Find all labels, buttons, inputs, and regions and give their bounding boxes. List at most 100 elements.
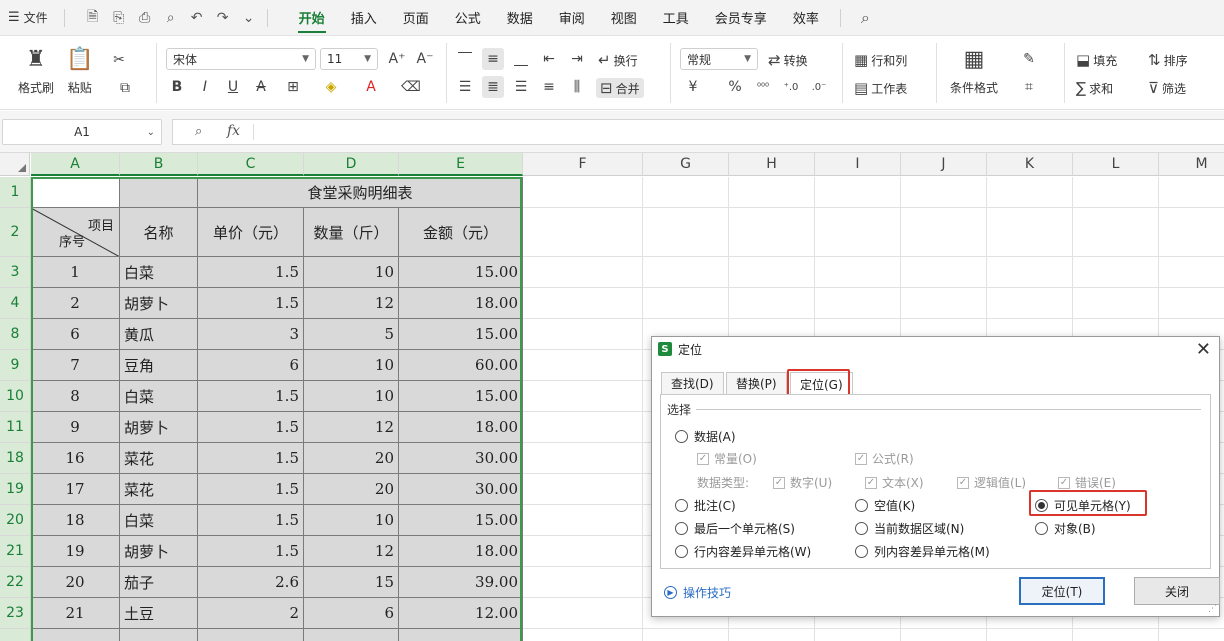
table-cell[interactable]: 16 xyxy=(31,443,120,474)
table-cell[interactable]: 3 xyxy=(198,319,304,350)
table-cell[interactable]: 1 xyxy=(31,257,120,288)
tab-insert[interactable]: 插入 xyxy=(338,0,390,36)
file-menu[interactable]: ☰ 文件 xyxy=(0,0,56,36)
option-col-diff[interactable]: 列内容差异单元格(M) xyxy=(855,543,990,560)
table-cell[interactable]: 19 xyxy=(31,536,120,567)
table-cell[interactable]: 6 xyxy=(304,598,399,629)
percent-icon[interactable]: % xyxy=(724,76,746,98)
column-header[interactable]: G xyxy=(643,153,729,176)
table-cell[interactable]: 39.00 xyxy=(399,567,523,598)
option-visible-cells[interactable]: 可见单元格(Y) xyxy=(1035,497,1131,514)
table-cell[interactable]: 1.5 xyxy=(198,412,304,443)
table-cell[interactable]: 菜花 xyxy=(120,443,198,474)
grid-cell[interactable] xyxy=(987,288,1073,319)
row-header[interactable]: 3 xyxy=(0,257,31,288)
merge-button[interactable]: ⊟ 合并 xyxy=(596,78,644,98)
row-header[interactable]: 9 xyxy=(0,350,31,381)
table-header-cell[interactable]: 金额（元） xyxy=(399,208,523,257)
table-cell[interactable] xyxy=(31,629,120,641)
grid-cell[interactable] xyxy=(643,257,729,288)
tab-home[interactable]: 开始 xyxy=(286,0,338,36)
cell-style-icon[interactable]: ✎ xyxy=(1018,48,1040,70)
row-header[interactable]: 8 xyxy=(0,319,31,350)
grid-cell[interactable] xyxy=(815,629,901,641)
grid-cell[interactable] xyxy=(643,629,729,641)
column-header[interactable]: K xyxy=(987,153,1073,176)
row-header[interactable]: 21 xyxy=(0,536,31,567)
table-cell[interactable]: 12 xyxy=(304,536,399,567)
cell-a1[interactable] xyxy=(31,177,120,208)
increase-indent-icon[interactable]: ⇥ xyxy=(566,48,588,70)
currency-icon[interactable]: ¥ xyxy=(682,76,704,98)
table-cell[interactable]: 18.00 xyxy=(399,536,523,567)
table-cell[interactable]: 2 xyxy=(198,598,304,629)
table-cell[interactable]: 12 xyxy=(304,288,399,319)
tab-efficiency[interactable]: 效率 xyxy=(780,0,832,36)
table-cell[interactable]: 20 xyxy=(304,443,399,474)
table-cell[interactable]: 18.00 xyxy=(399,412,523,443)
name-box[interactable]: A1 ⌄ xyxy=(2,119,162,145)
tab-member[interactable]: 会员专享 xyxy=(702,0,780,36)
grid-cell[interactable] xyxy=(1159,257,1224,288)
paste-button[interactable]: 📋 粘贴 xyxy=(66,47,93,96)
grid-cell[interactable] xyxy=(643,177,729,208)
tab-data[interactable]: 数据 xyxy=(494,0,546,36)
row-header[interactable]: 2 xyxy=(0,208,31,257)
goto-ok-button[interactable]: 定位(T) xyxy=(1019,577,1105,605)
table-cell[interactable]: 18.00 xyxy=(399,288,523,319)
tab-formula[interactable]: 公式 xyxy=(442,0,494,36)
table-cell[interactable]: 10 xyxy=(304,381,399,412)
table-cell[interactable]: 6 xyxy=(198,350,304,381)
diagonal-header-cell[interactable]: 项目 序号 xyxy=(31,208,120,257)
grid-cell[interactable] xyxy=(1073,288,1159,319)
filter-button[interactable]: ⊽ 筛选 xyxy=(1148,79,1186,97)
column-header[interactable]: I xyxy=(815,153,901,176)
grid-cell[interactable] xyxy=(901,288,987,319)
table-cell[interactable]: 15.00 xyxy=(399,319,523,350)
table-cell[interactable]: 黄瓜 xyxy=(120,319,198,350)
table-cell[interactable]: 15.00 xyxy=(399,381,523,412)
decrease-decimal-icon[interactable]: .0⁻ xyxy=(808,76,830,98)
row-header[interactable] xyxy=(0,629,31,641)
bold-icon[interactable]: B xyxy=(166,76,188,98)
italic-icon[interactable]: I xyxy=(194,76,216,98)
column-header[interactable]: C xyxy=(198,153,304,176)
table-cell[interactable]: 15 xyxy=(304,567,399,598)
table-cell[interactable]: 白菜 xyxy=(120,381,198,412)
grid-cell[interactable] xyxy=(729,257,815,288)
sum-button[interactable]: ∑ 求和 xyxy=(1076,79,1113,97)
table-cell[interactable]: 15.00 xyxy=(399,505,523,536)
row-header[interactable]: 10 xyxy=(0,381,31,412)
rows-cols-button[interactable]: ▦ 行和列 xyxy=(854,51,907,69)
font-color-icon[interactable]: A xyxy=(360,76,382,98)
table-cell[interactable]: 1.5 xyxy=(198,505,304,536)
resize-grip-icon[interactable]: ⋰ xyxy=(1208,604,1217,614)
save-icon[interactable]: 🗎 xyxy=(83,8,103,28)
table-cell[interactable]: 7 xyxy=(31,350,120,381)
table-cell[interactable]: 15.00 xyxy=(399,257,523,288)
decrease-font-icon[interactable]: A⁻ xyxy=(414,48,436,70)
row-header[interactable]: 11 xyxy=(0,412,31,443)
table-cell[interactable]: 1.5 xyxy=(198,443,304,474)
copy-icon[interactable]: ⧉ xyxy=(114,77,136,99)
align-right-icon[interactable]: ☰ xyxy=(510,76,532,98)
grid-cell[interactable] xyxy=(523,567,643,598)
row-header[interactable]: 20 xyxy=(0,505,31,536)
table-cell[interactable]: 10 xyxy=(304,505,399,536)
fill-button[interactable]: ⬓ 填充 xyxy=(1076,51,1117,69)
table-cell[interactable]: 30.00 xyxy=(399,474,523,505)
grid-cell[interactable] xyxy=(1159,288,1224,319)
tips-link[interactable]: ▶ 操作技巧 xyxy=(664,584,731,601)
table-cell[interactable]: 白菜 xyxy=(120,505,198,536)
zoom-icon[interactable]: ⌕ xyxy=(195,124,202,139)
table-cell[interactable]: 20 xyxy=(304,474,399,505)
grid-cell[interactable] xyxy=(1073,177,1159,208)
table-cell[interactable]: 茄子 xyxy=(120,567,198,598)
table-cell[interactable]: 1.5 xyxy=(198,474,304,505)
chevron-down-icon[interactable]: ⌄ xyxy=(239,8,259,28)
number-format-select[interactable]: 常规 ▼ xyxy=(680,48,758,70)
grid-cell[interactable] xyxy=(643,288,729,319)
grid-cell[interactable] xyxy=(815,177,901,208)
wrap-text-button[interactable]: ↵ 换行 xyxy=(598,51,638,69)
grid-cell[interactable] xyxy=(643,208,729,257)
